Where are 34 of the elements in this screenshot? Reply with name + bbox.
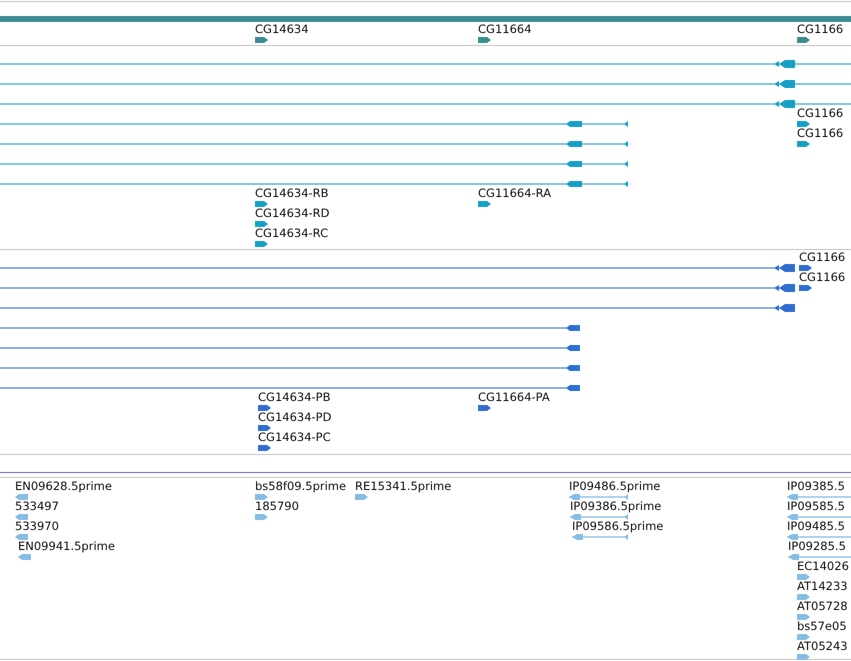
feature-label: IP09486.5prime — [569, 479, 660, 493]
feature-label: 533970 — [15, 519, 59, 533]
feature-label: IP09485.5 — [787, 519, 845, 533]
feature-label: IP09386.5prime — [570, 499, 662, 513]
feature-label: CG1166 — [799, 250, 846, 264]
feature-label: IP09586.5prime — [572, 519, 664, 533]
feature-label: IP09585.5 — [787, 499, 845, 513]
feature-label: IP09285.5 — [788, 539, 846, 553]
feature-label: EC14026 — [797, 559, 849, 573]
feature-label: EN09628.5prime — [15, 479, 112, 493]
feature-label: 533497 — [15, 499, 59, 513]
feature-label: CG1166 — [797, 126, 844, 140]
feature-label: bs57e05 — [797, 619, 847, 633]
feature-label: CG1166 — [797, 106, 844, 120]
feature-label: AT05728 — [797, 599, 848, 613]
feature-label: RE15341.5prime — [355, 479, 452, 493]
feature-label: CG14634-RD — [255, 206, 330, 220]
feature-label: CG14634-PC — [258, 430, 331, 444]
feature-label: CG14634-RC — [255, 226, 328, 240]
feature-label: CG1166 — [799, 270, 846, 284]
feature-label: CG14634-RB — [255, 186, 329, 200]
feature-label: AT14233 — [797, 579, 848, 593]
feature-label: bs58f09.5prime — [255, 479, 346, 493]
feature-label: 185790 — [255, 499, 299, 513]
feature-label: AT05243 — [797, 639, 848, 653]
feature-label: CG11664 — [478, 22, 532, 36]
feature-label: IP09385.5 — [787, 479, 845, 493]
feature-label: CG11664-PA — [478, 390, 550, 404]
feature-label: CG14634 — [255, 22, 309, 36]
feature-label: CG14634-PD — [258, 410, 332, 424]
feature-label: CG14634-PB — [258, 390, 330, 404]
feature-label: CG1166 — [797, 22, 844, 36]
feature-label: CG11664-RA — [478, 186, 552, 200]
feature-label: EN09941.5prime — [18, 539, 115, 553]
